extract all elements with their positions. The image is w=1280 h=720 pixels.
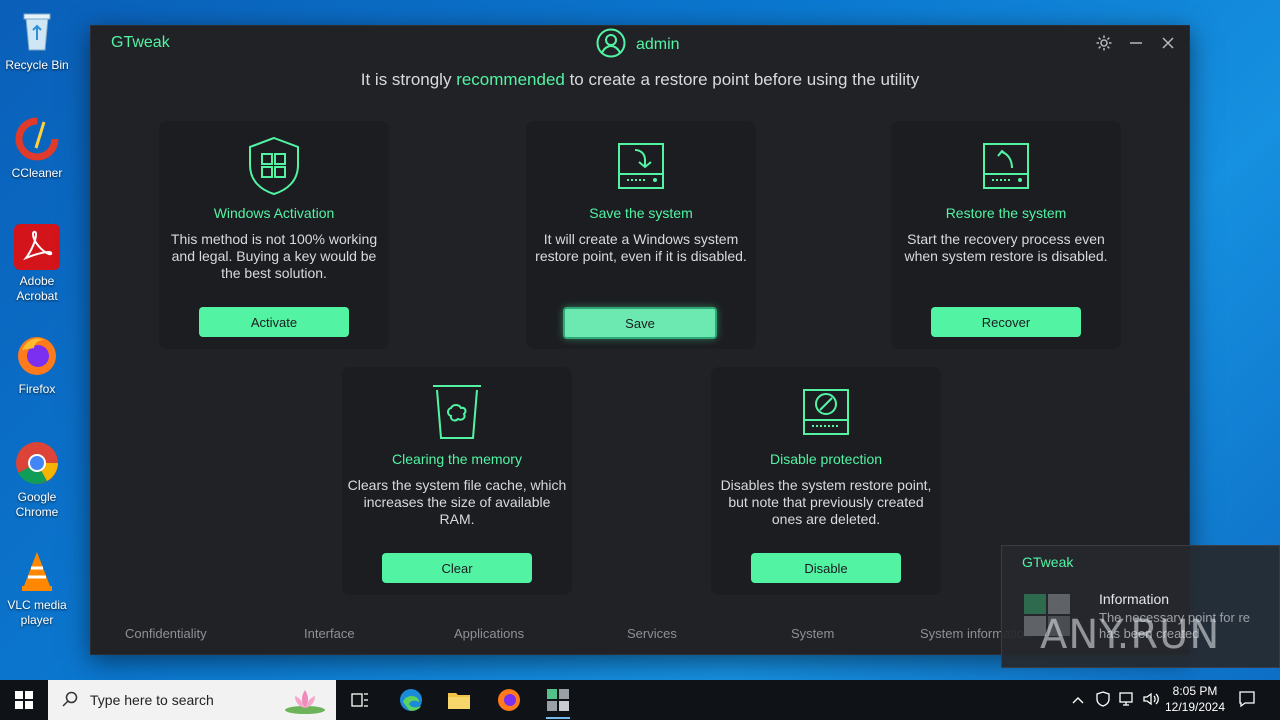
minimize-icon[interactable] — [1127, 34, 1145, 52]
search-placeholder: Type here to search — [90, 692, 214, 708]
file-explorer-icon[interactable] — [443, 684, 475, 716]
card-title: Save the system — [589, 205, 693, 221]
trash-icon — [429, 381, 485, 443]
firefox-taskbar-icon[interactable] — [493, 684, 525, 716]
save-button[interactable]: Save — [563, 307, 717, 339]
card-description: This method is not 100% working and lega… — [170, 231, 378, 281]
activate-button[interactable]: Activate — [199, 307, 349, 337]
desktop-icon-ccleaner[interactable]: CCleaner — [4, 116, 70, 181]
desktop-icon-label: Recycle Bin — [5, 58, 69, 72]
clock-time: 8:05 PM — [1172, 684, 1218, 698]
firefox-icon — [14, 332, 60, 378]
card-restore-system: Restore the system Start the recovery pr… — [891, 121, 1121, 349]
card-disable-protection: Disable protection Disables the system r… — [711, 367, 941, 595]
card-windows-activation: Windows Activation This method is not 10… — [159, 121, 389, 349]
banner-text: It is strongly — [360, 70, 457, 89]
card-title: Restore the system — [945, 205, 1067, 221]
card-description: Clears the system file cache, which incr… — [347, 477, 567, 527]
drive-save-icon — [613, 135, 669, 197]
desktop-icon-label: Firefox — [18, 382, 56, 396]
card-description: Disables the system restore point, but n… — [720, 477, 932, 527]
gtweak-taskbar-icon[interactable] — [542, 684, 574, 719]
banner-text: to create a restore point before using t… — [564, 70, 920, 89]
watermark: ANY.RUN — [1040, 612, 1221, 658]
desktop-icon-adobe-acrobat[interactable]: Adobe Acrobat — [4, 224, 70, 304]
clear-button[interactable]: Clear — [382, 553, 532, 583]
volume-icon[interactable] — [1142, 691, 1160, 711]
security-shield-icon[interactable] — [1095, 691, 1111, 711]
app-title: GTweak — [111, 34, 170, 51]
notification-app-name: GTweak — [1022, 554, 1074, 570]
ccleaner-icon — [14, 116, 60, 162]
desktop-icon-recycle-bin[interactable]: Recycle Bin — [4, 8, 70, 73]
banner-highlight: recommended — [456, 70, 565, 89]
shield-windows-icon — [246, 135, 302, 197]
desktop-icon-label: Adobe Acrobat — [16, 274, 58, 303]
lotus-flower-icon — [280, 684, 330, 719]
desktop-icon-vlc[interactable]: VLC media player — [4, 548, 70, 628]
nav-confidentiality[interactable]: Confidentiality — [125, 626, 207, 641]
card-clearing-memory: Clearing the memory Clears the system fi… — [342, 367, 572, 595]
user-name: admin — [636, 36, 680, 53]
nav-system[interactable]: System — [791, 626, 834, 641]
restore-point-banner: It is strongly recommended to create a r… — [91, 70, 1189, 90]
desktop-icon-label: VLC media player — [7, 598, 67, 627]
notification-title: Information — [1099, 591, 1170, 607]
desktop-icon-label: Google Chrome — [15, 490, 59, 519]
recover-button[interactable]: Recover — [931, 307, 1081, 337]
acrobat-icon — [14, 224, 60, 270]
nav-interface[interactable]: Interface — [304, 626, 355, 641]
chevron-up-icon[interactable] — [1071, 692, 1085, 711]
task-view-icon[interactable] — [344, 684, 376, 716]
user-avatar-icon — [596, 28, 626, 62]
card-description: It will create a Windows system restore … — [535, 231, 747, 264]
user-profile[interactable]: admin — [596, 28, 680, 62]
card-save-system: Save the system It will create a Windows… — [526, 121, 756, 349]
desktop-icon-google-chrome[interactable]: Google Chrome — [4, 440, 70, 520]
card-title: Windows Activation — [213, 205, 335, 221]
network-icon[interactable] — [1118, 691, 1136, 711]
settings-gear-icon[interactable] — [1095, 34, 1113, 52]
taskbar: Type here to search 8:05 PM 12/19/2024 — [0, 680, 1280, 720]
edge-icon[interactable] — [395, 684, 427, 716]
taskbar-clock[interactable]: 8:05 PM 12/19/2024 — [1160, 683, 1230, 715]
clock-date: 12/19/2024 — [1164, 700, 1226, 714]
recycle-bin-icon — [14, 8, 60, 54]
search-icon — [62, 691, 78, 710]
notification-center-icon[interactable] — [1238, 690, 1256, 712]
desktop-icon-firefox[interactable]: Firefox — [4, 332, 70, 397]
card-title: Clearing the memory — [392, 451, 522, 467]
taskbar-search-box[interactable]: Type here to search — [48, 680, 336, 720]
drive-restore-icon — [978, 135, 1034, 197]
nav-applications[interactable]: Applications — [454, 626, 524, 641]
close-icon[interactable] — [1159, 34, 1177, 52]
disable-button[interactable]: Disable — [751, 553, 901, 583]
chrome-icon — [14, 440, 60, 486]
card-description: Start the recovery process even when sys… — [904, 231, 1108, 264]
vlc-icon — [14, 548, 60, 594]
title-bar[interactable]: GTweak admin — [91, 26, 1189, 62]
start-button[interactable] — [0, 680, 48, 720]
windows-logo-icon — [15, 691, 33, 709]
card-title: Disable protection — [769, 451, 883, 467]
desktop-icon-label: CCleaner — [11, 166, 63, 180]
drive-disable-icon — [798, 381, 854, 443]
nav-services[interactable]: Services — [627, 626, 677, 641]
